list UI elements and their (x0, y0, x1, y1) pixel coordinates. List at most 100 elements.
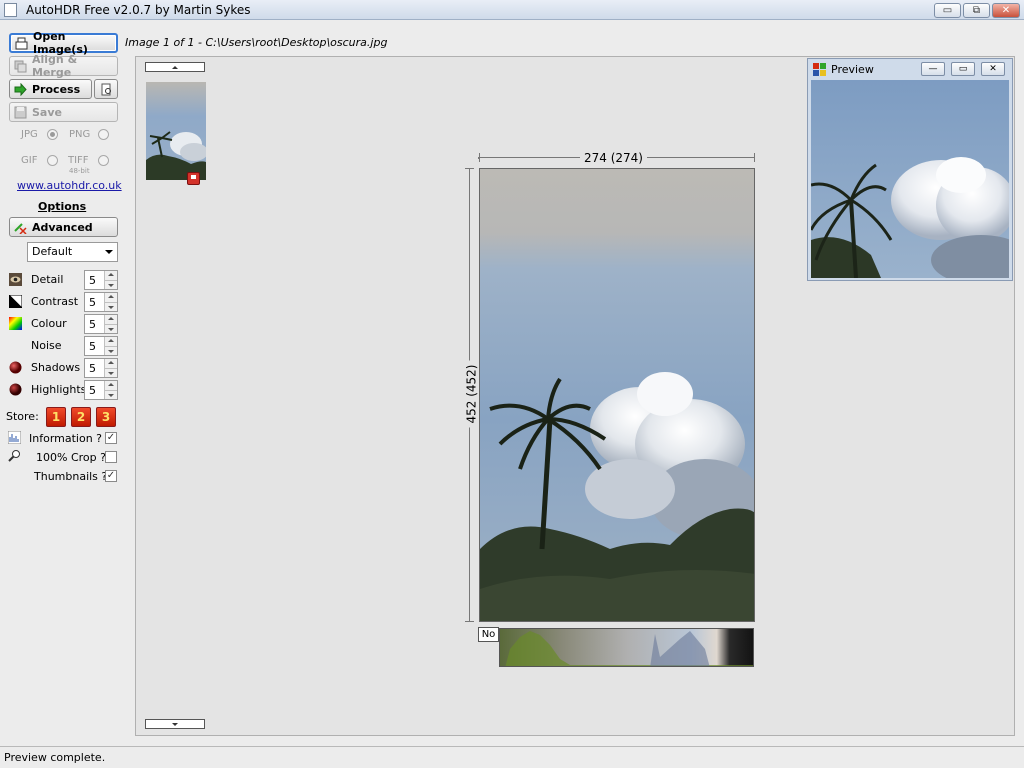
noise-row: Noise 5 (0, 336, 125, 356)
width-dimension-label: 274 (274) (580, 151, 647, 165)
colour-label: Colour (31, 317, 67, 330)
left-panel: Open Image(s) Align & Merge Process Save… (0, 28, 130, 740)
detail-value: 5 (89, 274, 96, 287)
minimize-button[interactable]: ▭ (934, 3, 961, 18)
highlights-spinner[interactable]: 5 (84, 380, 118, 400)
process-button[interactable]: Process (9, 79, 92, 99)
preview-maximize-button[interactable]: ▭ (951, 62, 975, 76)
close-button[interactable]: ✕ (992, 3, 1020, 18)
crop-label: 100% Crop ? (36, 451, 106, 464)
information-label: Information ? (29, 432, 103, 445)
store-slot-2-button[interactable]: 2 (71, 407, 91, 427)
batch-process-button[interactable] (94, 79, 118, 99)
information-checkbox[interactable]: ✓ (105, 432, 117, 444)
contrast-spinner[interactable]: 5 (84, 292, 118, 312)
maximize-button[interactable]: ⧉ (963, 3, 990, 18)
thumbnail-scroll-up-button[interactable] (145, 62, 205, 72)
align-merge-button[interactable]: Align & Merge (9, 53, 118, 79)
crop-checkbox[interactable] (105, 451, 117, 463)
preview-minimize-button[interactable]: — (921, 62, 945, 76)
contrast-label: Contrast (31, 295, 79, 308)
preview-close-button[interactable]: ✕ (981, 62, 1005, 76)
noise-value: 5 (89, 340, 96, 353)
colour-row: Colour 5 (0, 314, 125, 334)
detail-label: Detail (31, 273, 64, 286)
preset-value: Default (32, 245, 73, 258)
spin-up-icon[interactable] (104, 359, 117, 368)
contrast-value: 5 (89, 296, 96, 309)
save-label: Save (32, 105, 62, 119)
window-title: AutoHDR Free v2.0.7 by Martin Sykes (26, 3, 251, 17)
store-slot-3-button[interactable]: 3 (96, 407, 116, 427)
website-link[interactable]: www.autohdr.co.uk (17, 179, 122, 192)
spin-up-icon[interactable] (104, 315, 117, 324)
histogram-icon (7, 430, 22, 445)
spin-down-icon[interactable] (104, 368, 117, 377)
colour-spinner[interactable]: 5 (84, 314, 118, 334)
spin-down-icon[interactable] (104, 302, 117, 311)
store-slot-1-button[interactable]: 1 (46, 407, 66, 427)
eye-icon (9, 273, 22, 286)
preview-image (811, 80, 1009, 278)
arrow-right-icon (14, 82, 27, 96)
format-jpg-radio[interactable] (47, 129, 58, 140)
main-image[interactable] (479, 168, 755, 622)
format-gif-radio[interactable] (47, 155, 58, 166)
app-icon (4, 3, 17, 17)
spin-down-icon[interactable] (104, 390, 117, 399)
save-icon (187, 172, 200, 185)
open-icon (15, 37, 28, 50)
advanced-icon (14, 221, 27, 235)
highlights-icon (9, 383, 22, 396)
status-text: Preview complete. (4, 751, 106, 764)
spin-up-icon[interactable] (104, 381, 117, 390)
magnifier-icon (8, 449, 21, 462)
format-tiff-radio[interactable] (98, 155, 109, 166)
highlights-row: Highlights 5 (0, 380, 125, 400)
height-dimension-tick (465, 168, 474, 169)
noise-spinner[interactable]: 5 (84, 336, 118, 356)
detail-spinner[interactable]: 5 (84, 270, 118, 290)
store-row: Store: 1 2 3 (0, 407, 125, 427)
histogram (499, 628, 754, 667)
spin-down-icon[interactable] (104, 280, 117, 289)
title-bar: AutoHDR Free v2.0.7 by Martin Sykes ▭ ⧉ … (0, 0, 1024, 20)
advanced-button[interactable]: Advanced (9, 217, 118, 237)
process-label: Process (32, 82, 81, 96)
thumbnails-checkbox[interactable]: ✓ (105, 470, 117, 482)
preview-window[interactable]: Preview — ▭ ✕ (807, 58, 1013, 281)
merge-icon (14, 60, 27, 73)
spin-up-icon[interactable] (104, 293, 117, 302)
preset-select[interactable]: Default (27, 242, 118, 262)
chevron-down-icon (105, 250, 113, 254)
status-bar: Preview complete. (0, 746, 1024, 768)
detail-row: Detail 5 (0, 270, 125, 290)
format-png-radio[interactable] (98, 129, 109, 140)
open-images-button[interactable]: Open Image(s) (9, 30, 118, 56)
height-dimension-tick (465, 621, 474, 622)
colour-icon (9, 317, 22, 330)
thumbnail-image[interactable] (146, 82, 206, 180)
highlights-value: 5 (89, 384, 96, 397)
shadows-label: Shadows (31, 361, 81, 374)
save-button[interactable]: Save (9, 102, 118, 122)
spin-down-icon[interactable] (104, 346, 117, 355)
height-dimension-label: 452 (452) (464, 360, 479, 428)
shadows-value: 5 (89, 362, 96, 375)
format-png-label: PNG (69, 129, 91, 140)
contrast-row: Contrast 5 (0, 292, 125, 312)
histogram-toggle[interactable]: No (478, 627, 499, 642)
align-merge-label: Align & Merge (32, 53, 78, 79)
shadows-spinner[interactable]: 5 (84, 358, 118, 378)
thumbnails-label: Thumbnails ? (34, 470, 108, 483)
thumbnail-scroll-down-button[interactable] (145, 719, 205, 729)
noise-label: Noise (31, 339, 62, 352)
options-header: Options (38, 200, 87, 213)
shadows-icon (9, 361, 22, 374)
spin-down-icon[interactable] (104, 324, 117, 333)
highlights-label: Highlights (31, 383, 87, 396)
spin-up-icon[interactable] (104, 271, 117, 280)
save-icon (14, 106, 27, 119)
contrast-icon (7, 294, 23, 310)
spin-up-icon[interactable] (104, 337, 117, 346)
